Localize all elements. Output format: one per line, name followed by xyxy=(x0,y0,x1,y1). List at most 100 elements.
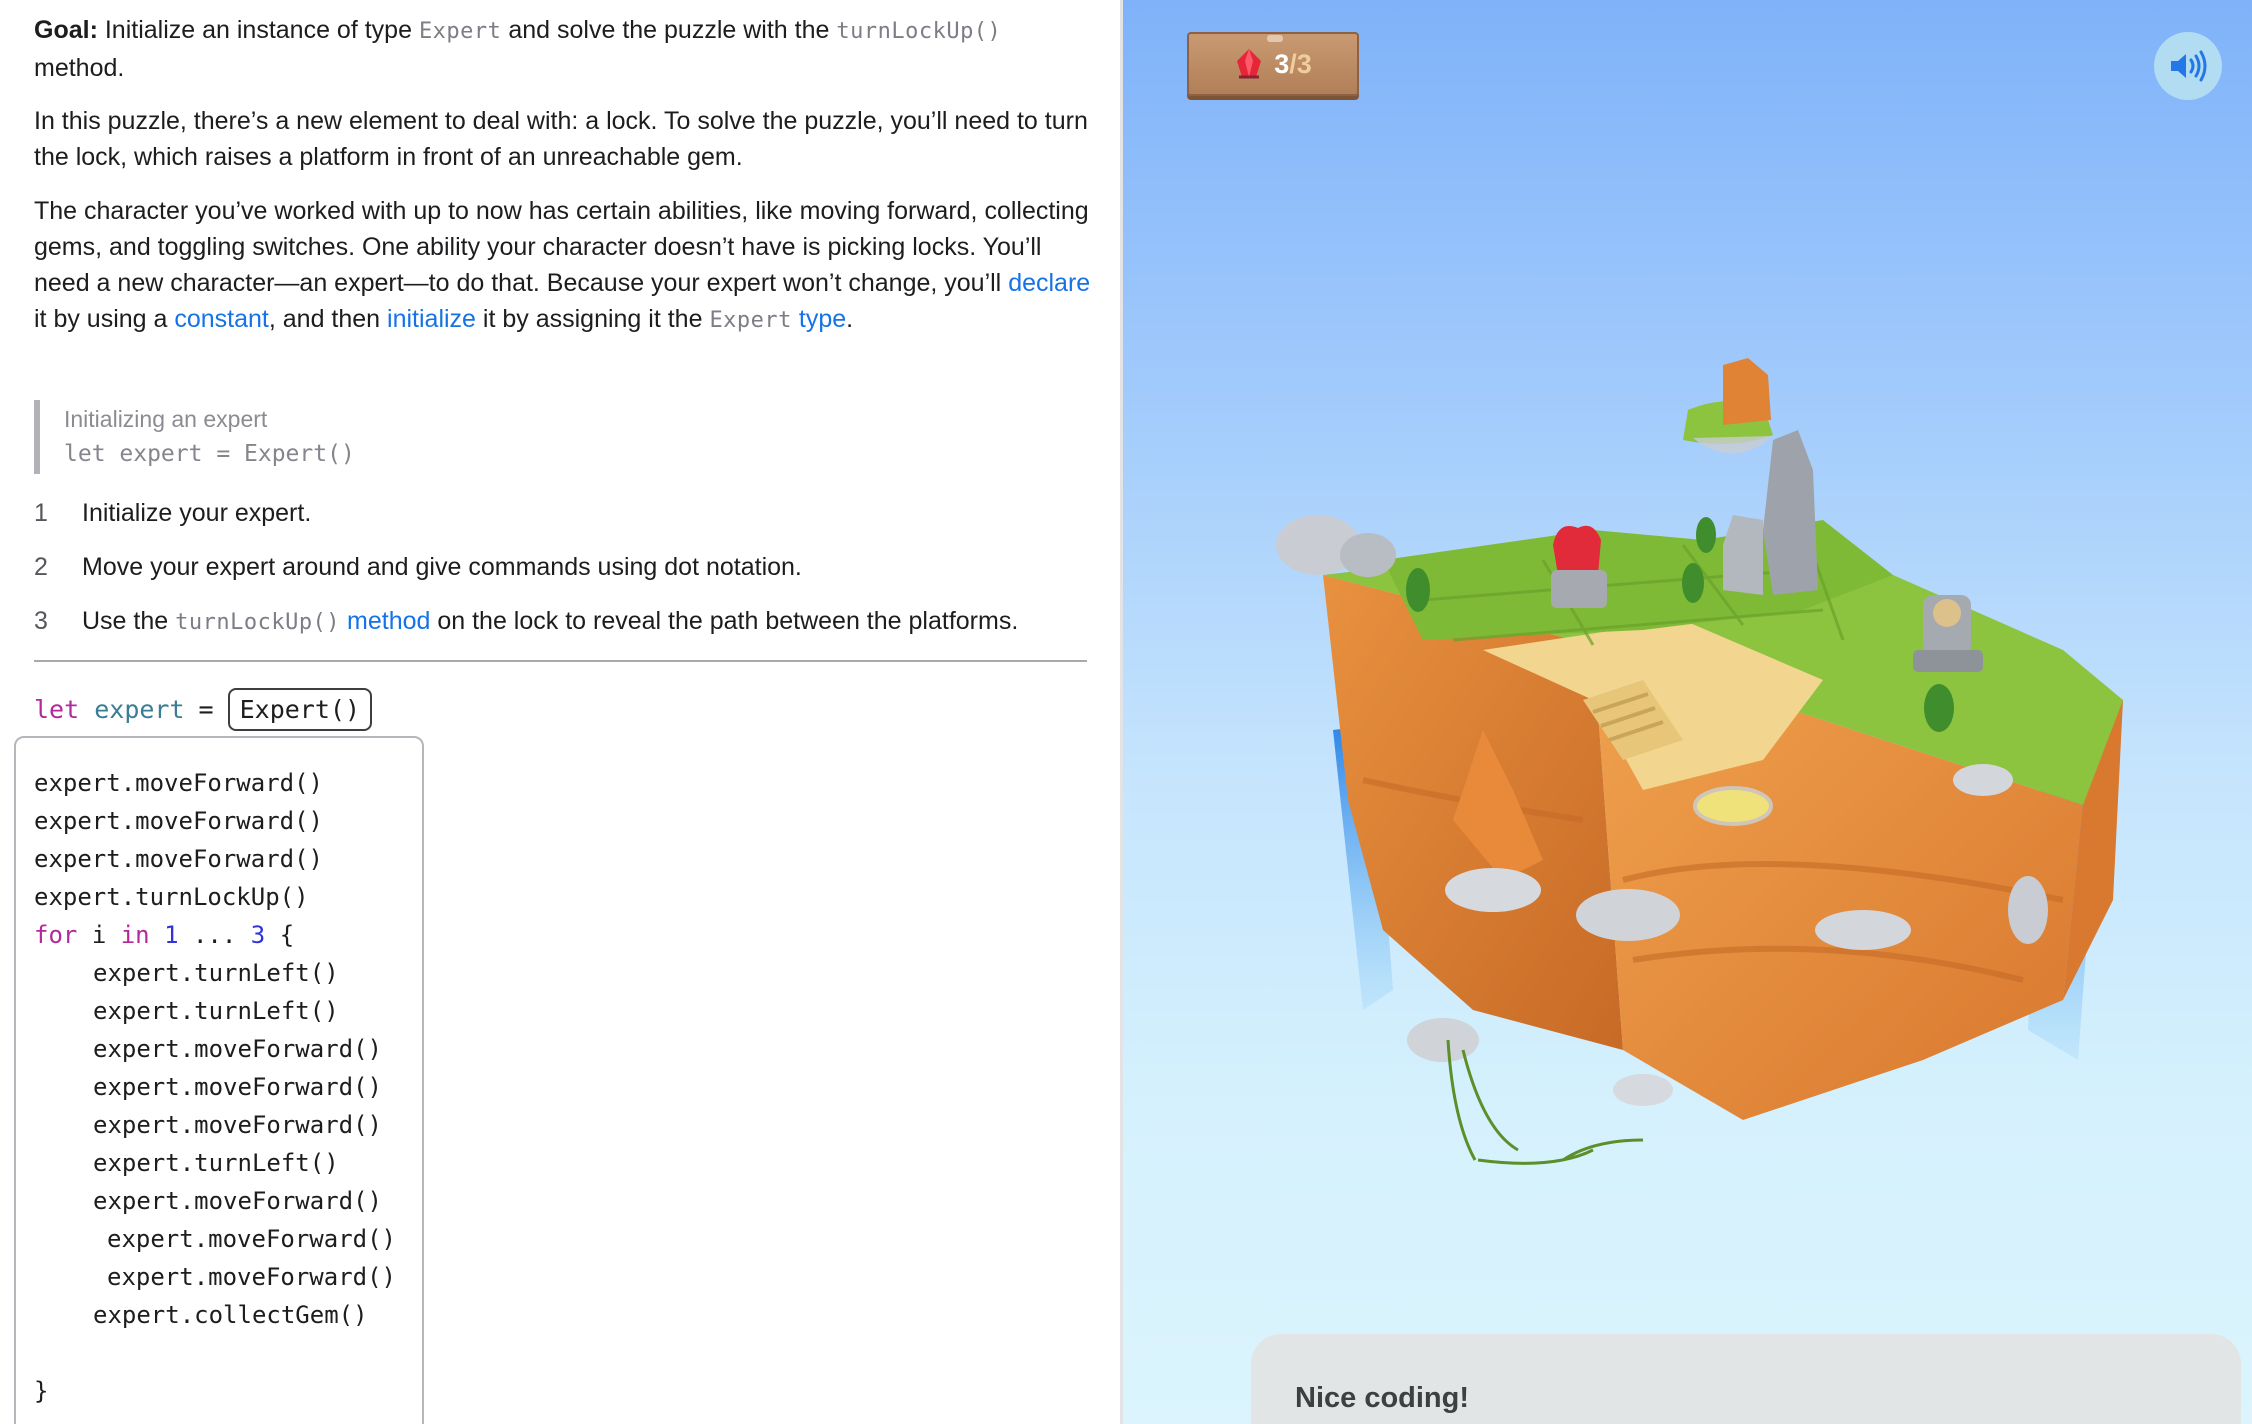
open-brace: { xyxy=(279,921,295,949)
turnlockup-code: turnLockUp() xyxy=(836,19,1002,44)
tree xyxy=(1924,684,1954,732)
switch-pad xyxy=(1693,786,1773,826)
code-line[interactable]: expert.moveForward() xyxy=(34,802,422,840)
range-operator: ... xyxy=(192,921,237,949)
boulder xyxy=(1576,889,1680,941)
boulder xyxy=(1407,1018,1479,1062)
counter-nail xyxy=(1267,35,1283,42)
boulder xyxy=(1953,764,2013,796)
step-2: 2 Move your expert around and give comma… xyxy=(34,549,802,585)
expert-type-code: Expert xyxy=(418,19,502,44)
step-number: 3 xyxy=(34,607,48,635)
step-text-part: Use the xyxy=(82,607,176,635)
code-line[interactable]: expert.moveForward() xyxy=(34,1182,422,1220)
goal-text: Initialize an instance of type xyxy=(97,16,419,44)
mine-cart xyxy=(1551,570,1607,608)
floating-rock-base xyxy=(1693,436,1773,454)
boulder xyxy=(1340,533,1396,577)
speaker-icon xyxy=(2171,50,2207,82)
step-text: Initialize your expert. xyxy=(82,499,312,527)
close-brace[interactable]: } xyxy=(34,1372,422,1410)
description-text: it by using a xyxy=(34,305,175,333)
lock-dial xyxy=(1933,599,1961,627)
in-keyword: in xyxy=(120,921,150,949)
floating-rock xyxy=(1723,358,1771,425)
example-code: let expert = Expert() xyxy=(64,441,355,467)
step-text: Use the turnLockUp() method on the lock … xyxy=(82,603,1018,641)
for-keyword: for xyxy=(34,921,78,949)
sound-toggle-button[interactable] xyxy=(2154,32,2222,100)
example-title: Initializing an expert xyxy=(64,406,268,432)
gem-counter: 3/3 xyxy=(1187,32,1359,96)
for-loop-header[interactable]: for i in 1 ... 3 { xyxy=(34,916,422,954)
code-line[interactable]: expert.moveForward() xyxy=(34,1106,422,1144)
step-1: 1 Initialize your expert. xyxy=(34,495,311,531)
boulder xyxy=(1613,1074,1673,1106)
code-line[interactable]: expert.turnLeft() xyxy=(34,954,422,992)
code-line[interactable]: expert.moveForward() xyxy=(34,764,422,802)
boulder xyxy=(2008,876,2048,944)
intro-paragraph: In this puzzle, there’s a new element to… xyxy=(34,107,1088,171)
step-number: 2 xyxy=(34,553,48,581)
section-divider xyxy=(34,660,1087,662)
description-text: The character you’ve worked with up to n… xyxy=(34,197,1089,297)
goal-paragraph: Goal: Initialize an instance of type Exp… xyxy=(34,12,1094,86)
goal-text: method. xyxy=(34,54,125,82)
expert-identifier: expert xyxy=(94,694,185,724)
expert-initializer-token[interactable]: Expert() xyxy=(227,687,373,731)
description-paragraph: The character you’ve worked with up to n… xyxy=(34,193,1094,339)
turnlockup-code: turnLockUp() xyxy=(175,610,341,635)
let-keyword: let xyxy=(34,694,80,724)
range-end: 3 xyxy=(250,921,266,949)
instructions-pane: Goal: Initialize an instance of type Exp… xyxy=(0,0,1120,1424)
feedback-message: Nice coding! xyxy=(1295,1382,1470,1414)
lock-base xyxy=(1913,650,1983,672)
code-line[interactable]: expert.turnLeft() xyxy=(34,992,422,1030)
gems-collected: 3 xyxy=(1274,48,1290,79)
gem-icon xyxy=(1237,49,1262,79)
method-link[interactable]: method xyxy=(347,607,430,635)
type-link[interactable]: type xyxy=(799,305,846,333)
constant-link[interactable]: constant xyxy=(174,305,269,333)
boulder xyxy=(1445,868,1541,912)
boulder xyxy=(1815,910,1911,950)
code-line[interactable]: expert.moveForward() xyxy=(34,1030,422,1068)
code-line[interactable]: expert.moveForward() xyxy=(34,840,422,878)
description-text: , and then xyxy=(268,305,388,333)
step-text: Move your expert around and give command… xyxy=(82,553,802,581)
step-number: 1 xyxy=(34,499,48,527)
puzzle-world-scene[interactable] xyxy=(1123,0,2252,1424)
expert-declaration: let expert = Expert() xyxy=(34,686,373,732)
standing-stone xyxy=(1763,430,1818,595)
hanging-vine xyxy=(1446,1039,1644,1165)
tree xyxy=(1696,517,1716,553)
puzzle-world-view[interactable]: 3/3 Nice coding! xyxy=(1123,0,2252,1424)
gems-total: /3 xyxy=(1289,48,1312,79)
code-line[interactable]: expert.moveForward() xyxy=(34,1220,422,1258)
equals-sign: = xyxy=(198,694,214,724)
tree xyxy=(1682,563,1704,603)
goal-text: and solve the puzzle with the xyxy=(501,16,837,44)
code-line[interactable]: expert.moveForward() xyxy=(34,1068,422,1106)
initialize-link[interactable]: initialize xyxy=(387,305,476,333)
code-line[interactable]: expert.turnLeft() xyxy=(34,1144,422,1182)
blank-code-line[interactable] xyxy=(34,1334,422,1372)
description-text: it by assigning it the xyxy=(475,305,710,333)
code-line[interactable]: expert.turnLockUp() xyxy=(34,878,422,916)
code-line[interactable]: expert.collectGem() xyxy=(34,1296,422,1334)
code-line[interactable]: expert.moveForward() xyxy=(34,1258,422,1296)
gem-count: 3/3 xyxy=(1274,49,1312,80)
example-callout: Initializing an expert let expert = Expe… xyxy=(34,400,355,474)
goal-label: Goal: xyxy=(34,16,98,44)
declare-link[interactable]: declare xyxy=(1008,269,1090,297)
red-character xyxy=(1553,525,1601,575)
description-text: . xyxy=(846,305,854,333)
step-text-part: on the lock to reveal the path between t… xyxy=(430,607,1019,635)
expert-type-code: Expert xyxy=(709,308,792,333)
step-3: 3 Use the turnLockUp() method on the loc… xyxy=(34,603,1018,641)
code-editor[interactable]: expert.moveForward() expert.moveForward(… xyxy=(14,736,424,1424)
range-start: 1 xyxy=(164,921,179,949)
tree xyxy=(1406,568,1430,612)
feedback-card[interactable]: Nice coding! xyxy=(1251,1334,2241,1424)
standing-stone xyxy=(1723,515,1763,595)
